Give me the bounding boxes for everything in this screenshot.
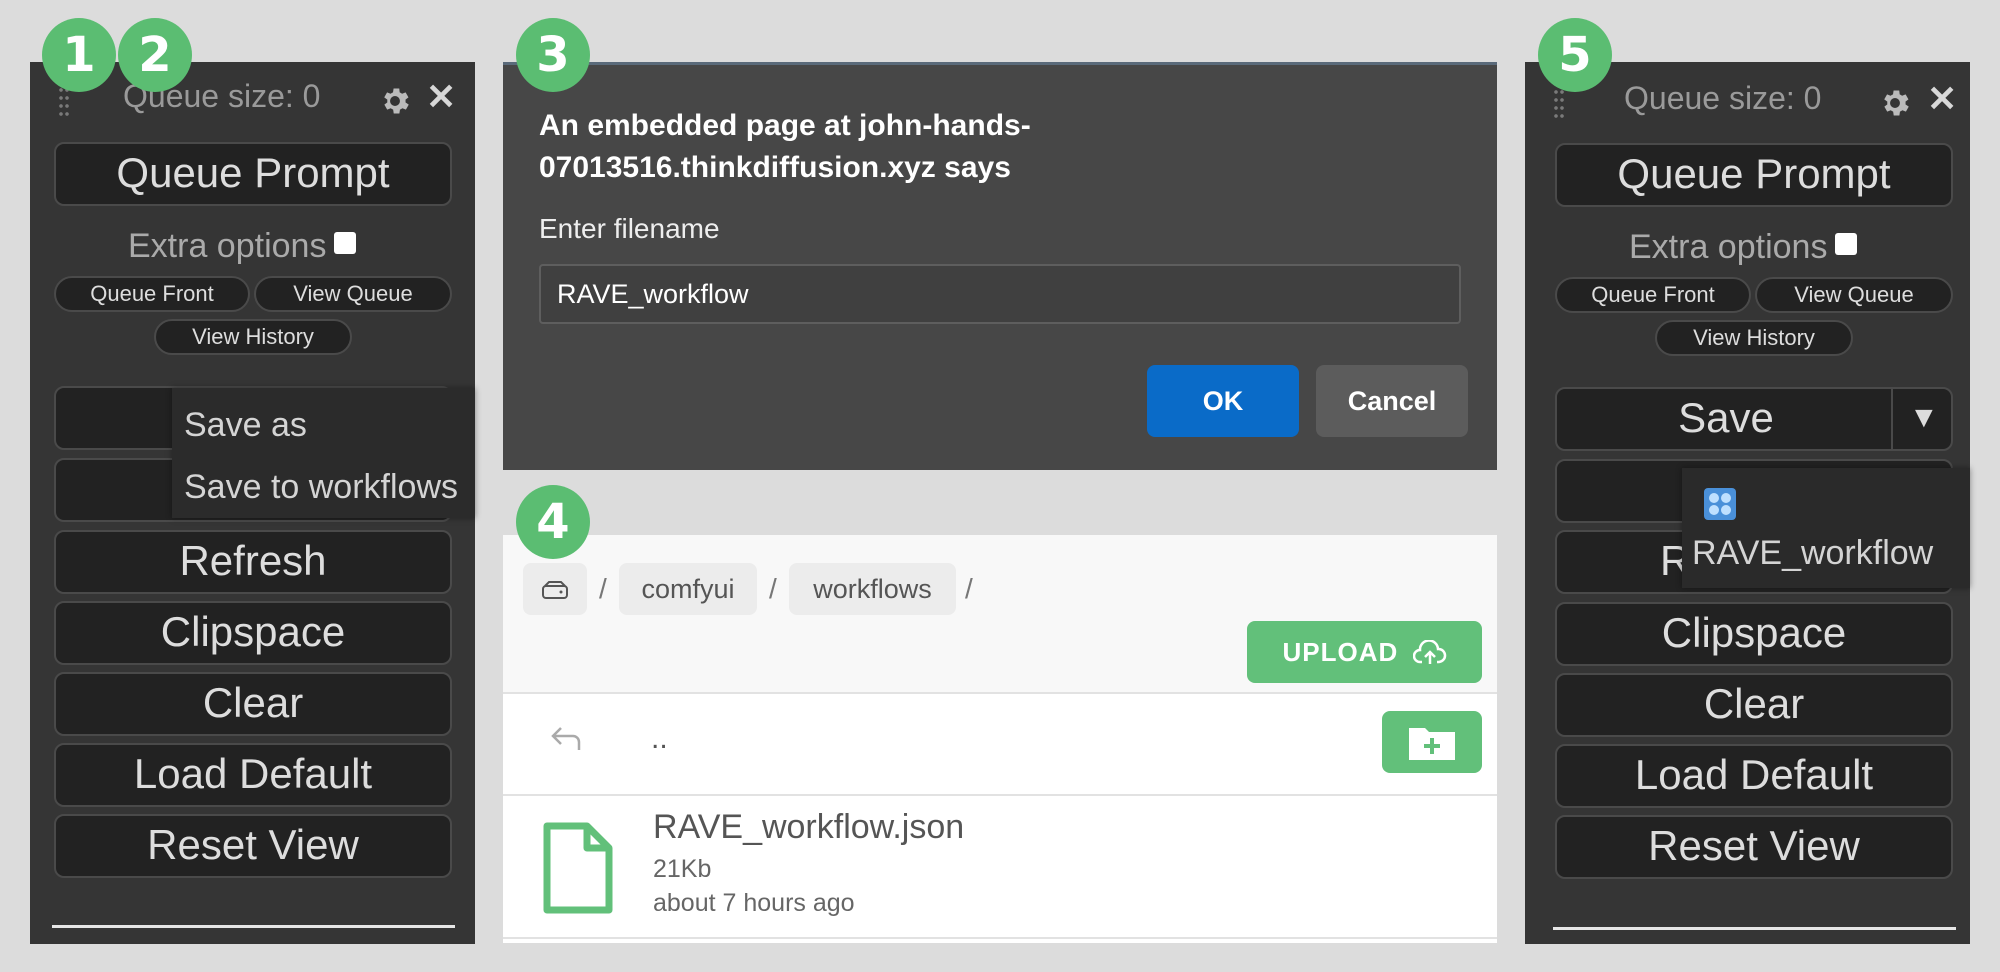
- file-modified: about 7 hours ago: [653, 889, 855, 917]
- file-browser: / comfyui / workflows / UPLOAD .. RAVE_w…: [503, 535, 1497, 943]
- queue-front-button[interactable]: Queue Front: [54, 276, 250, 312]
- breadcrumb-comfyui[interactable]: comfyui: [619, 563, 757, 615]
- close-icon[interactable]: ✕: [1927, 81, 1957, 117]
- parent-dir-label: ..: [651, 722, 668, 755]
- drag-handle[interactable]: [1553, 88, 1565, 118]
- file-name[interactable]: RAVE_workflow.json: [653, 808, 964, 847]
- drive-icon: [542, 580, 568, 599]
- step-badge-4: 4: [516, 485, 590, 559]
- reset-view-button[interactable]: Reset View: [54, 814, 452, 878]
- divider: [503, 937, 1497, 939]
- ok-button[interactable]: OK: [1147, 365, 1299, 437]
- upload-label: UPLOAD: [1282, 637, 1399, 667]
- load-default-button[interactable]: Load Default: [54, 743, 452, 807]
- view-history-button[interactable]: View History: [1655, 320, 1853, 356]
- save-context-menu: Save as Save to workflows: [172, 388, 475, 518]
- file-browser-toolbar: / comfyui / workflows / UPLOAD: [503, 535, 1497, 694]
- breadcrumb-workflows[interactable]: workflows: [789, 563, 956, 615]
- crumb-separator: /: [599, 573, 607, 604]
- save-button[interactable]: Save: [1557, 389, 1895, 449]
- file-icon: [543, 822, 613, 914]
- gear-icon[interactable]: [1878, 86, 1912, 120]
- divider: [1553, 927, 1956, 930]
- crumb-separator: /: [965, 573, 973, 604]
- step-badge-1: 1: [42, 18, 116, 92]
- step-badge-5: 5: [1538, 18, 1612, 92]
- clipspace-button[interactable]: Clipspace: [1555, 602, 1953, 666]
- save-split-button: Save ▼: [1555, 387, 1953, 451]
- extra-options-label: Extra options: [1629, 228, 1828, 266]
- back-arrow-icon: [551, 727, 581, 750]
- step-badge-2: 2: [118, 18, 192, 92]
- view-queue-button[interactable]: View Queue: [254, 276, 452, 312]
- comfy-menu-panel-left: Queue size: 0 ✕ Queue Prompt Extra optio…: [30, 62, 475, 944]
- parent-directory-row[interactable]: ..: [503, 694, 1497, 796]
- crumb-separator: /: [769, 573, 777, 604]
- extra-options-checkbox[interactable]: [1835, 233, 1858, 255]
- extra-options-row: Extra options: [1629, 228, 1858, 267]
- clear-button[interactable]: Clear: [1555, 673, 1953, 737]
- close-icon[interactable]: ✕: [426, 79, 456, 115]
- new-folder-button[interactable]: [1382, 711, 1482, 773]
- chevron-down-icon: ▼: [1909, 401, 1939, 434]
- cancel-button[interactable]: Cancel: [1316, 365, 1468, 437]
- divider: [52, 925, 455, 928]
- workflow-item[interactable]: RAVE_workflow: [1692, 534, 1933, 573]
- extra-options-checkbox[interactable]: [334, 232, 357, 254]
- clipspace-button[interactable]: Clipspace: [54, 601, 452, 665]
- queue-prompt-button[interactable]: Queue Prompt: [1555, 143, 1953, 207]
- extra-options-label: Extra options: [128, 227, 327, 265]
- save-dropdown-toggle[interactable]: ▼: [1891, 389, 1951, 449]
- queue-size-label: Queue size: 0: [1624, 80, 1822, 116]
- dialog-message: An embedded page at john-hands-07013516.…: [539, 109, 1031, 184]
- save-to-workflows-menu-item[interactable]: Save to workflows: [184, 468, 458, 507]
- save-as-menu-item[interactable]: Save as: [184, 406, 307, 445]
- folder-plus-icon: [1409, 728, 1455, 760]
- queue-prompt-button[interactable]: Queue Prompt: [54, 142, 452, 206]
- upload-button[interactable]: UPLOAD: [1247, 621, 1482, 683]
- view-history-button[interactable]: View History: [154, 319, 352, 355]
- cloud-upload-icon: [1412, 639, 1446, 664]
- file-size: 21Kb: [653, 855, 712, 883]
- workflows-dropdown: RAVE_workflow: [1682, 468, 1970, 588]
- comfy-menu-panel-right: Queue size: 0 ✕ Queue Prompt Extra optio…: [1525, 62, 1970, 944]
- queue-front-button[interactable]: Queue Front: [1555, 277, 1751, 313]
- filename-prompt-dialog: An embedded page at john-hands-07013516.…: [503, 62, 1497, 470]
- refresh-button[interactable]: Refresh: [54, 530, 452, 594]
- filename-input[interactable]: RAVE_workflow: [539, 264, 1461, 324]
- extra-options-row: Extra options: [128, 227, 357, 266]
- drive-icon-crumb[interactable]: [523, 563, 587, 615]
- step-badge-3: 3: [516, 18, 590, 92]
- view-queue-button[interactable]: View Queue: [1755, 277, 1953, 313]
- clear-button[interactable]: Clear: [54, 672, 452, 736]
- reset-view-button[interactable]: Reset View: [1555, 815, 1953, 879]
- load-default-button[interactable]: Load Default: [1555, 744, 1953, 808]
- workflow-icon: [1704, 488, 1736, 520]
- gear-icon[interactable]: [378, 84, 412, 118]
- dialog-label: Enter filename: [539, 213, 720, 244]
